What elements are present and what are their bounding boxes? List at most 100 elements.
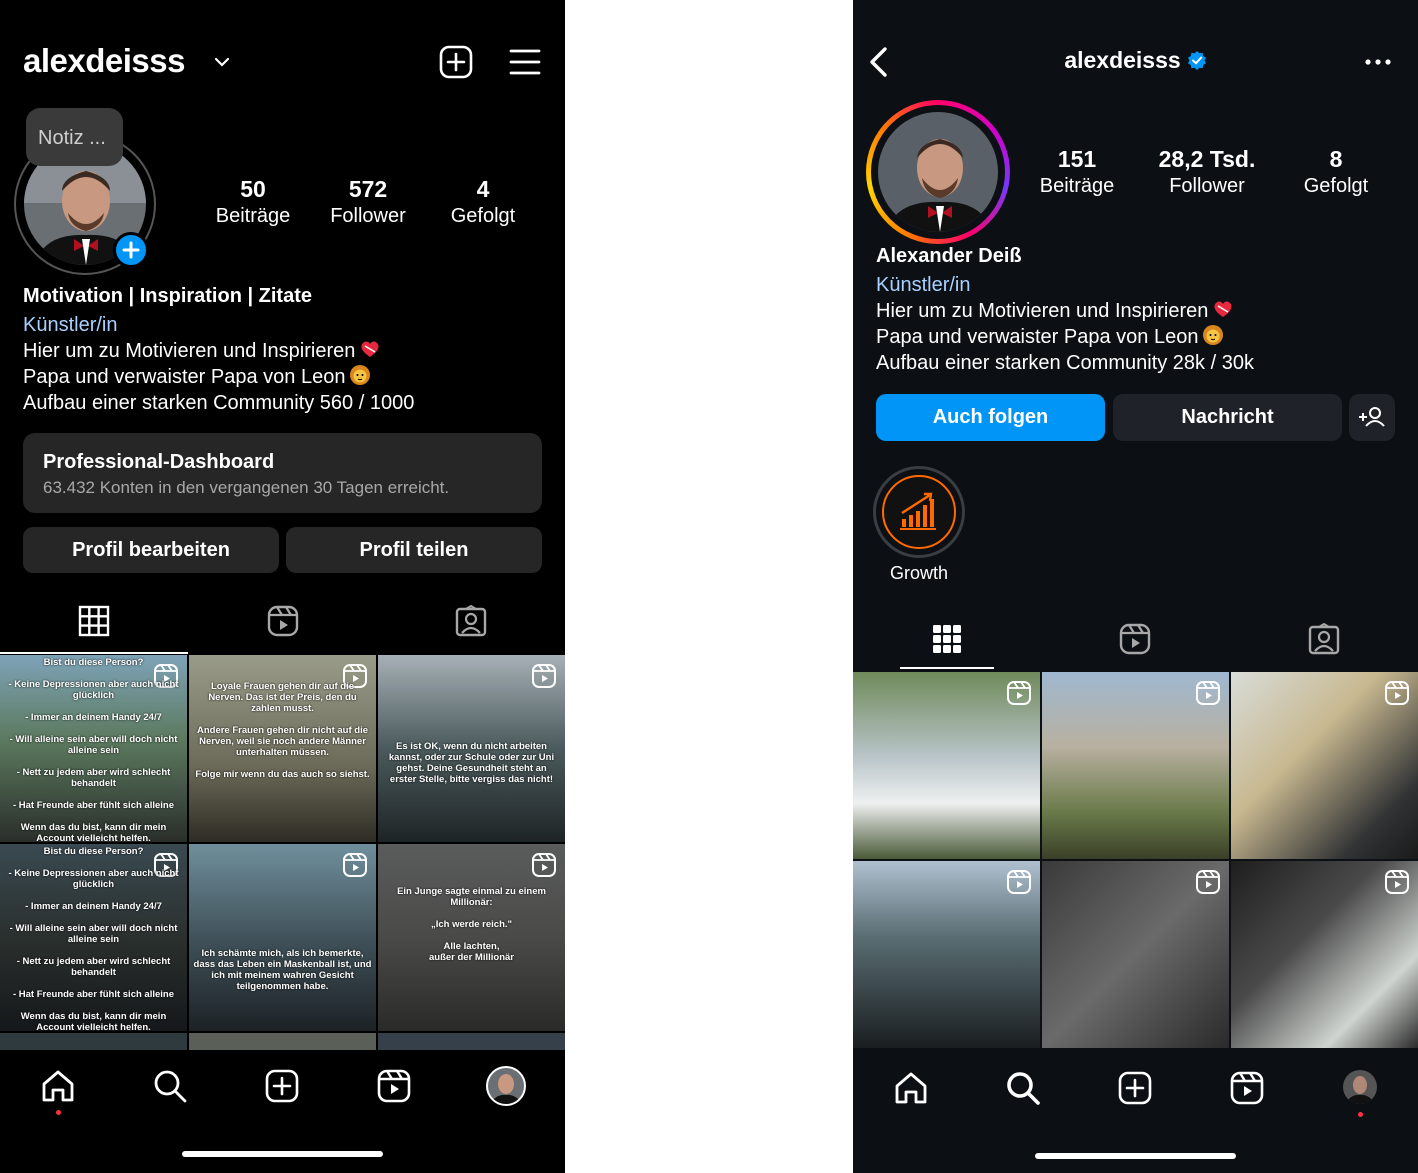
bio: Motivation | Inspiration | Zitate Künstl… xyxy=(23,283,414,416)
post-thumbnail[interactable]: Ein Junge sagte einmal zu einem Millionä… xyxy=(378,844,565,1031)
reel-badge-icon xyxy=(343,853,367,877)
bio-line-2: Papa und verwaister Papa von Leon xyxy=(23,366,346,388)
create-icon[interactable] xyxy=(1117,1070,1153,1106)
post-thumbnail[interactable]: Bist du diese Person? - Keine Depression… xyxy=(0,655,187,842)
post-thumbnail[interactable] xyxy=(0,1033,187,1050)
share-profile-button[interactable]: Profil teilen xyxy=(286,527,542,573)
post-thumbnail[interactable]: Es ist OK, wenn du nicht arbeiten kannst… xyxy=(378,655,565,842)
reels-icon[interactable] xyxy=(1229,1070,1265,1106)
post-thumbnail[interactable]: Loyale Frauen gehen dir auf die Nerven. … xyxy=(189,655,376,842)
own-profile-screen: alexdeisss Notiz ... 50 Beiträge 572 Fol… xyxy=(0,0,565,1173)
bottom-nav xyxy=(853,1052,1418,1172)
story-highlight[interactable] xyxy=(873,466,965,558)
following-count: 4 xyxy=(476,176,490,202)
reels-icon[interactable] xyxy=(376,1068,412,1104)
edit-profile-button[interactable]: Profil bearbeiten xyxy=(23,527,279,573)
grid-icon[interactable] xyxy=(78,605,110,637)
post-thumbnail[interactable] xyxy=(853,672,1040,859)
reels-icon[interactable] xyxy=(267,605,299,637)
post-thumbnail[interactable] xyxy=(1231,672,1418,859)
search-icon[interactable] xyxy=(152,1068,188,1104)
profile-tab-avatar[interactable] xyxy=(486,1066,526,1106)
visited-profile-screen: alexdeisss 151 Beiträge 28,2 Tsd. Follow… xyxy=(853,0,1418,1173)
category-label[interactable]: Künstler/in xyxy=(23,312,414,338)
following-stat[interactable]: 4 Gefolgt xyxy=(433,176,533,228)
search-icon[interactable] xyxy=(1005,1070,1041,1106)
reel-badge-icon xyxy=(1196,681,1220,705)
message-button[interactable]: Nachricht xyxy=(1113,394,1342,441)
add-person-icon xyxy=(1359,407,1385,427)
account-switcher[interactable]: alexdeisss xyxy=(23,42,185,80)
posts-label: Beiträge xyxy=(1039,175,1115,197)
username-text: alexdeisss xyxy=(1064,47,1181,73)
add-story-icon[interactable] xyxy=(113,232,149,268)
dashboard-title: Professional-Dashboard xyxy=(43,451,275,473)
more-icon[interactable] xyxy=(1363,52,1393,72)
lion-emoji-icon xyxy=(1203,325,1224,345)
bio-line-1: Hier um zu Motivieren und Inspirieren xyxy=(876,300,1209,322)
following-stat[interactable]: 8 Gefolgt xyxy=(1286,146,1386,198)
reel-badge-icon xyxy=(532,664,556,688)
chevron-down-icon[interactable] xyxy=(212,52,232,72)
post-thumbnail[interactable] xyxy=(189,1033,376,1050)
growth-chart-icon xyxy=(900,492,936,530)
reels-icon[interactable] xyxy=(1119,623,1151,655)
heart-emoji-icon xyxy=(1214,301,1232,317)
post-caption: Ein Junge sagte einmal zu einem Millionä… xyxy=(397,886,546,963)
bio-line-1: Hier um zu Motivieren und Inspirieren xyxy=(23,340,356,362)
post-caption: Es ist OK, wenn du nicht arbeiten kannst… xyxy=(388,741,555,785)
tab-indicator xyxy=(0,652,188,654)
followers-count: 572 xyxy=(348,176,388,202)
tagged-icon[interactable] xyxy=(455,605,487,637)
verified-icon xyxy=(1187,51,1206,70)
lion-emoji-icon xyxy=(350,365,371,385)
follow-button[interactable]: Auch folgen xyxy=(876,394,1105,441)
post-thumbnail[interactable] xyxy=(1042,861,1229,1048)
post-thumbnail[interactable] xyxy=(1042,672,1229,859)
create-icon[interactable] xyxy=(264,1068,300,1104)
home-icon[interactable] xyxy=(40,1068,76,1104)
followers-stat[interactable]: 572 Follower xyxy=(318,176,418,228)
tagged-icon[interactable] xyxy=(1308,623,1340,655)
post-grid: Bist du diese Person? - Keine Depression… xyxy=(0,655,565,1050)
posts-stat[interactable]: 50 Beiträge xyxy=(203,176,303,228)
hamburger-menu-icon[interactable] xyxy=(508,46,542,78)
followers-stat[interactable]: 28,2 Tsd. Follower xyxy=(1142,146,1272,198)
note-bubble[interactable]: Notiz ... xyxy=(26,108,123,166)
new-post-icon[interactable] xyxy=(439,45,473,79)
posts-label: Beiträge xyxy=(215,205,291,227)
suggested-users-button[interactable] xyxy=(1349,394,1395,441)
tab-indicator xyxy=(900,667,994,669)
bottom-nav xyxy=(0,1050,565,1170)
posts-count: 50 xyxy=(240,176,266,202)
posts-count: 151 xyxy=(1057,146,1097,172)
post-caption: Ich schämte mich, als ich bemerkte, dass… xyxy=(193,948,372,992)
reel-badge-icon xyxy=(1007,681,1031,705)
following-count: 8 xyxy=(1329,146,1343,172)
post-thumbnail[interactable] xyxy=(853,861,1040,1048)
posts-stat[interactable]: 151 Beiträge xyxy=(1027,146,1127,198)
bio: Alexander Deiß Künstler/in Hier um zu Mo… xyxy=(876,243,1254,376)
post-caption: Bist du diese Person? - Keine Depression… xyxy=(8,846,179,1031)
avatar[interactable] xyxy=(878,112,998,232)
post-thumbnail[interactable]: Bist du diese Person? - Keine Depression… xyxy=(0,844,187,1031)
bio-line-2: Papa und verwaister Papa von Leon xyxy=(876,326,1199,348)
heart-emoji-icon xyxy=(361,341,379,357)
reel-badge-icon xyxy=(1385,681,1409,705)
reel-badge-icon xyxy=(1196,870,1220,894)
profile-tab-avatar[interactable] xyxy=(1343,1070,1377,1104)
post-thumbnail[interactable]: Ich schämte mich, als ich bemerkte, dass… xyxy=(189,844,376,1031)
reel-badge-icon xyxy=(1007,870,1031,894)
home-indicator xyxy=(1035,1153,1236,1159)
home-icon[interactable] xyxy=(893,1070,929,1106)
highlight-label: Growth xyxy=(889,563,949,583)
post-thumbnail[interactable] xyxy=(1231,861,1418,1048)
professional-dashboard[interactable]: Professional-Dashboard 63.432 Konten in … xyxy=(23,433,542,513)
grid-icon[interactable] xyxy=(931,623,963,655)
followers-label: Follower xyxy=(330,205,406,227)
category-label[interactable]: Künstler/in xyxy=(876,272,1254,298)
following-label: Gefolgt xyxy=(1303,175,1369,197)
reel-badge-icon xyxy=(1385,870,1409,894)
notification-dot xyxy=(56,1110,61,1115)
post-thumbnail[interactable] xyxy=(378,1033,565,1050)
